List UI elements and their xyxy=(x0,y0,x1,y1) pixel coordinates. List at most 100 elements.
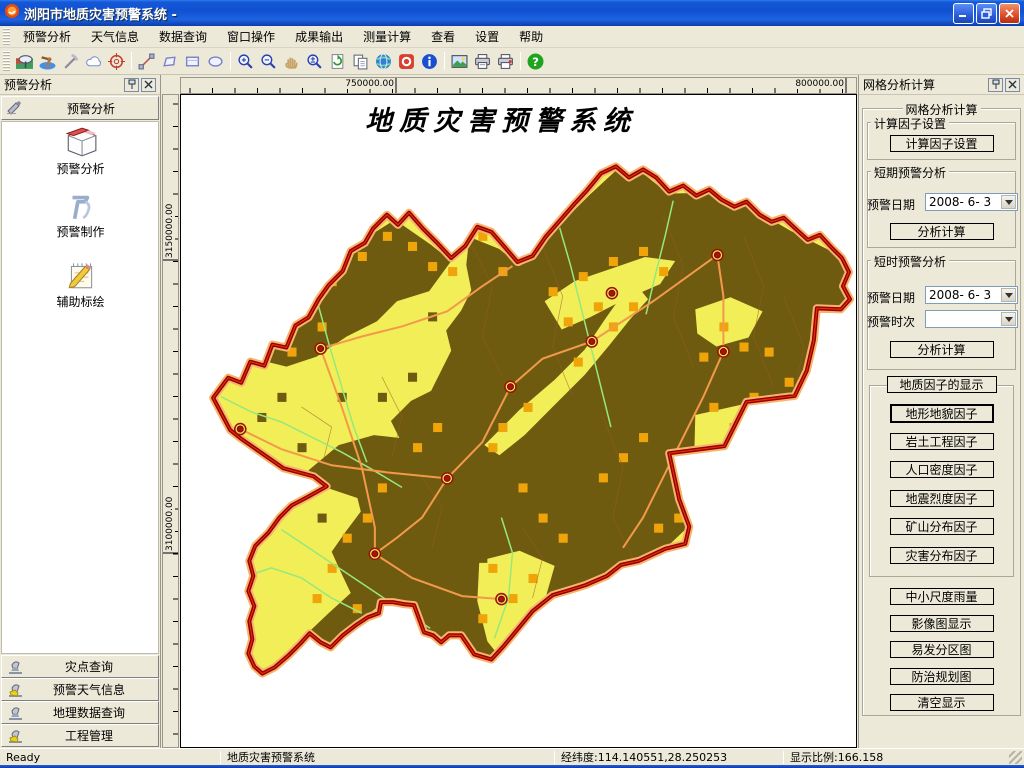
line-icon[interactable] xyxy=(135,50,158,73)
map-title: 地质灾害预警系统 xyxy=(181,99,821,138)
menu-grip[interactable] xyxy=(3,28,10,45)
print-preview-icon[interactable] xyxy=(494,50,517,73)
map-canvas[interactable]: 地质灾害预警系统 xyxy=(180,94,857,748)
display-button-影像图显示[interactable]: 影像图显示 xyxy=(890,615,994,632)
town-marker[interactable] xyxy=(712,249,723,260)
display-button-易发分区图[interactable]: 易发分区图 xyxy=(890,641,994,658)
close-icon[interactable] xyxy=(141,78,156,92)
ruler-label: 800000.00 xyxy=(794,79,845,89)
info-icon[interactable] xyxy=(418,50,441,73)
sidebar-item-预警制作[interactable]: 预警制作 xyxy=(0,188,161,240)
town-marker[interactable] xyxy=(505,381,516,392)
polygon-icon[interactable] xyxy=(158,50,181,73)
help-icon[interactable]: ? xyxy=(524,50,547,73)
pin-icon[interactable] xyxy=(124,78,139,92)
menu-bar: 预警分析天气信息数据查询窗口操作成果输出测量计算查看设置帮助 xyxy=(0,26,1024,48)
print-icon[interactable] xyxy=(471,50,494,73)
status-scale: 显示比例:166.158 xyxy=(784,749,1002,765)
close-icon[interactable] xyxy=(1005,78,1020,92)
zoom-window-icon[interactable] xyxy=(303,50,326,73)
town-marker[interactable] xyxy=(369,548,380,559)
chevron-down-icon[interactable] xyxy=(1001,288,1016,302)
town-marker[interactable] xyxy=(442,473,453,484)
status-app-name: 地质灾害预警系统 xyxy=(221,749,554,765)
pick-icon[interactable] xyxy=(59,50,82,73)
target-icon[interactable] xyxy=(105,50,128,73)
short-term-calc-button[interactable]: 分析计算 xyxy=(890,223,994,240)
short-term-date-value: 2008- 6- 3 xyxy=(929,195,991,209)
factor-setting-button[interactable]: 计算因子设置 xyxy=(890,135,994,152)
sidebar-section-label: 预警天气信息 xyxy=(24,681,154,698)
status-coordinates: 经纬度:114.140551,28.250253 xyxy=(555,749,783,765)
display-button-清空显示[interactable]: 清空显示 xyxy=(890,694,994,711)
image-icon[interactable] xyxy=(448,50,471,73)
sidebar-item-预警分析[interactable]: 预警分析 xyxy=(0,125,161,177)
factor-button-地震烈度因子[interactable]: 地震烈度因子 xyxy=(890,490,994,507)
menu-帮助[interactable]: 帮助 xyxy=(509,26,553,47)
menu-数据查询[interactable]: 数据查询 xyxy=(149,26,217,47)
town-marker[interactable] xyxy=(235,424,246,435)
town-marker[interactable] xyxy=(315,343,326,354)
menu-预警分析[interactable]: 预警分析 xyxy=(13,26,81,47)
town-marker[interactable] xyxy=(496,594,507,605)
short-term-date-combo[interactable]: 2008- 6- 3 xyxy=(925,193,1018,211)
factor-button-人口密度因子[interactable]: 人口密度因子 xyxy=(890,461,994,478)
warning-analysis-panel: 预警分析 预警分析 预警分析预警制作辅助标绘 灾点查询预警天气信息地理数据查询工… xyxy=(0,75,161,748)
globe-icon[interactable] xyxy=(372,50,395,73)
display-button-中小尺度雨量[interactable]: 中小尺度雨量 xyxy=(890,588,994,605)
menu-测量计算[interactable]: 测量计算 xyxy=(353,26,421,47)
menu-设置[interactable]: 设置 xyxy=(465,26,509,47)
factor-button-地形地貌因子[interactable]: 地形地貌因子 xyxy=(890,404,994,423)
section-header-warning-analysis[interactable]: 预警分析 xyxy=(1,96,159,120)
sidebar-section-label: 灾点查询 xyxy=(24,658,154,675)
display-button-防治规划图[interactable]: 防治规划图 xyxy=(890,668,994,685)
zoom-in-icon[interactable] xyxy=(234,50,257,73)
town-marker[interactable] xyxy=(606,288,617,299)
short-time-calc-button[interactable]: 分析计算 xyxy=(890,341,994,358)
chevron-down-icon[interactable] xyxy=(1001,312,1016,326)
sidebar-section-工程管理[interactable]: 工程管理 xyxy=(1,724,159,747)
menu-成果输出[interactable]: 成果输出 xyxy=(285,26,353,47)
pan-hand-icon[interactable] xyxy=(280,50,303,73)
sidebar-section-预警天气信息[interactable]: 预警天气信息 xyxy=(1,678,159,701)
sidebar-section-灾点查询[interactable]: 灾点查询 xyxy=(1,655,159,678)
geo-factor-display-button[interactable]: 地质因子的显示 xyxy=(887,376,997,393)
close-button[interactable] xyxy=(999,3,1020,24)
minimize-button[interactable] xyxy=(953,3,974,24)
restore-button[interactable] xyxy=(976,3,997,24)
refresh-icon[interactable] xyxy=(326,50,349,73)
factor-button-灾害分布因子[interactable]: 灾害分布因子 xyxy=(890,547,994,564)
rectangle-icon[interactable] xyxy=(181,50,204,73)
menu-天气信息[interactable]: 天气信息 xyxy=(81,26,149,47)
status-ready: Ready xyxy=(0,749,220,765)
ellipse-icon[interactable] xyxy=(204,50,227,73)
pin-icon[interactable] xyxy=(988,78,1003,92)
satellite-icon[interactable] xyxy=(13,50,36,73)
short-time-date-combo[interactable]: 2008- 6- 3 xyxy=(925,286,1018,304)
copy-icon[interactable] xyxy=(349,50,372,73)
toolbar-separator xyxy=(230,52,231,70)
short-time-period-combo[interactable] xyxy=(925,310,1018,328)
horizontal-ruler: 750000.00800000.00 xyxy=(180,77,857,94)
hammer-water-icon[interactable] xyxy=(36,50,59,73)
factor-button-矿山分布因子[interactable]: 矿山分布因子 xyxy=(890,518,994,535)
section-title: 预警分析 xyxy=(24,100,158,117)
factor-setting-title: 计算因子设置 xyxy=(871,115,949,132)
menu-查看[interactable]: 查看 xyxy=(421,26,465,47)
zoom-out-icon[interactable] xyxy=(257,50,280,73)
toolbar-grip[interactable] xyxy=(3,51,10,72)
menu-窗口操作[interactable]: 窗口操作 xyxy=(217,26,285,47)
cloud-icon[interactable] xyxy=(82,50,105,73)
town-marker[interactable] xyxy=(718,346,729,357)
resize-grip[interactable] xyxy=(1009,751,1022,764)
factor-button-岩土工程因子[interactable]: 岩土工程因子 xyxy=(890,433,994,450)
window-title: 浏阳市地质灾害预警系统 - xyxy=(24,4,951,23)
short-time-title: 短时预警分析 xyxy=(871,253,949,270)
stop-icon[interactable] xyxy=(395,50,418,73)
sidebar-item-辅助标绘[interactable]: 辅助标绘 xyxy=(0,258,161,310)
book-icon xyxy=(64,125,98,159)
sidebar-section-地理数据查询[interactable]: 地理数据查询 xyxy=(1,701,159,724)
sidebar-section-label: 工程管理 xyxy=(24,727,154,744)
chevron-down-icon[interactable] xyxy=(1001,195,1016,209)
town-marker[interactable] xyxy=(586,336,597,347)
